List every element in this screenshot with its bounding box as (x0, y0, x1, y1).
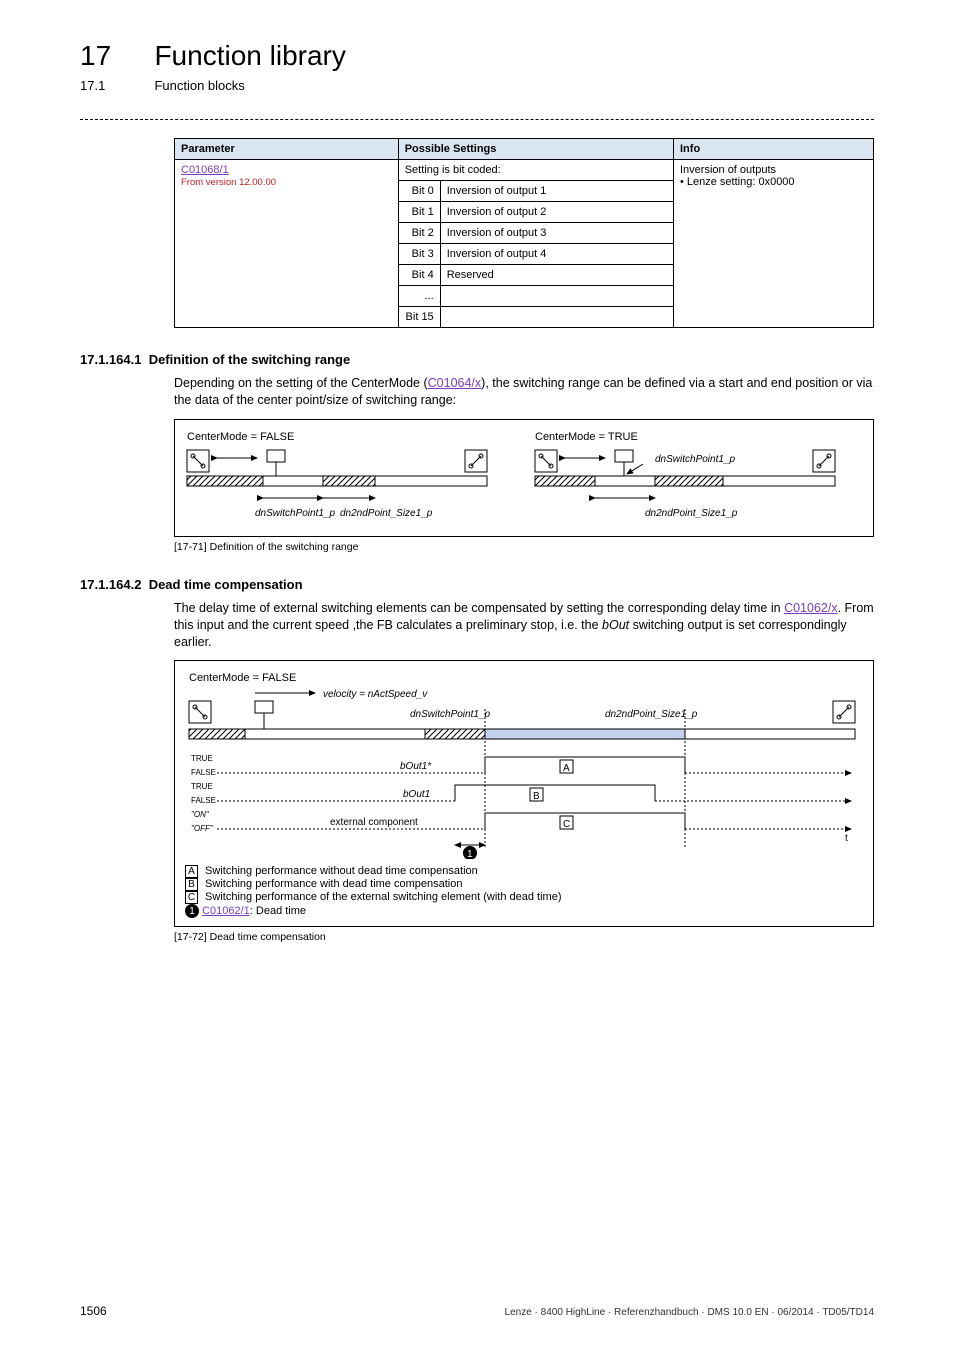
true-1: TRUE (191, 754, 213, 763)
letter-a-icon: A (185, 865, 198, 878)
cm-false-2: CenterMode = FALSE (189, 672, 296, 684)
section-2-heading: 17.1.164.2 Dead time compensation (80, 577, 874, 592)
caption-17-71: [17-71] Definition of the switching rang… (174, 541, 874, 553)
bit-label: Bit 3 (398, 244, 440, 265)
legend-a: A Switching performance without dead tim… (185, 865, 863, 878)
letter-c-icon: C (185, 891, 198, 904)
diagram-switching-range: CenterMode = FALSE dnSwitchPoint1_p dn2n… (174, 419, 874, 537)
section-title: Function blocks (154, 78, 244, 93)
velocity-label: velocity = nActSpeed_v (323, 689, 428, 700)
td-info: Inversion of outputs • Lenze setting: 0x… (674, 160, 874, 328)
section-1-heading: 17.1.164.1 Definition of the switching r… (80, 352, 874, 367)
info-line-2: • Lenze setting: 0x0000 (680, 176, 795, 188)
cm-true-label: CenterMode = TRUE (535, 431, 638, 443)
separator (80, 119, 874, 120)
sec2-num: 17.1.164.2 (80, 577, 141, 592)
chapter-number: 17 (80, 40, 150, 72)
bit-label: Bit 2 (398, 223, 440, 244)
info-line-1: Inversion of outputs (680, 164, 776, 176)
p2-label-2: dn2ndPoint_Size1_p (605, 709, 698, 720)
sp1-label-2: dnSwitchPoint1_p (410, 709, 490, 720)
legend-c-text: Switching performance of the external sw… (202, 891, 562, 903)
th-info: Info (674, 139, 874, 160)
sec1-title: Definition of the switching range (149, 352, 351, 367)
sec1-text-before: Depending on the setting of the CenterMo… (174, 376, 428, 390)
bit-label: Bit 0 (398, 181, 440, 202)
th-settings: Possible Settings (398, 139, 673, 160)
svg-text:B: B (533, 791, 540, 802)
caption-17-72: [17-72] Dead time compensation (174, 931, 874, 943)
legend-b: B Switching performance with dead time c… (185, 878, 863, 891)
sec1-para: Depending on the setting of the CenterMo… (174, 375, 874, 409)
svg-text:1: 1 (467, 849, 473, 859)
diagram-deadtime: CenterMode = FALSE velocity = nActSpeed_… (174, 660, 874, 927)
svg-text:A: A (563, 763, 570, 774)
bit-desc: Inversion of output 1 (440, 181, 673, 202)
deadtime-link[interactable]: C01062/1 (202, 905, 250, 917)
cm-false-label: CenterMode = FALSE (187, 431, 294, 443)
sp1-label-right: dnSwitchPoint1_p (655, 454, 735, 465)
sp1-label-left: dnSwitchPoint1_p (255, 508, 335, 519)
footer-info: Lenze · 8400 HighLine · Referenzhandbuch… (505, 1307, 874, 1318)
bit-desc: Inversion of output 2 (440, 202, 673, 223)
legend-a-text: Switching performance without dead time … (202, 865, 478, 877)
bit-desc: Reserved (440, 265, 673, 286)
chapter-title: Function library (154, 40, 345, 72)
svg-text:C: C (563, 819, 570, 830)
legend-d: 1 C01062/1: Dead time (185, 904, 863, 918)
circle-1-icon: 1 (185, 904, 199, 918)
p2-label-right: dn2ndPoint_Size1_p (645, 508, 738, 519)
page-number: 1506 (80, 1304, 107, 1318)
param-link[interactable]: C01068/1 (181, 164, 229, 176)
letter-b-icon: B (185, 878, 198, 891)
p2-label-left: dn2ndPoint_Size1_p (340, 508, 433, 519)
bit-desc (440, 286, 673, 307)
delay-link[interactable]: C01062/x (784, 601, 838, 615)
sec2-para: The delay time of external switching ele… (174, 600, 874, 651)
bit-label: Bit 4 (398, 265, 440, 286)
legend-c: C Switching performance of the external … (185, 891, 863, 904)
sec1-num: 17.1.164.1 (80, 352, 141, 367)
sec2-title: Dead time compensation (149, 577, 303, 592)
param-version-note: From version 12.00.00 (181, 177, 276, 188)
th-parameter: Parameter (175, 139, 399, 160)
parameter-table: Parameter Possible Settings Info C01068/… (174, 138, 874, 328)
legend-b-text: Switching performance with dead time com… (202, 878, 462, 890)
bit-label: Bit 1 (398, 202, 440, 223)
bout1-label: bOut1 (403, 789, 430, 800)
true-2: TRUE (191, 782, 213, 791)
td-setting-head: Setting is bit coded: (398, 160, 673, 181)
bit-desc (440, 307, 673, 328)
bit-label: Bit 15 (398, 307, 440, 328)
off-label: "OFF" (191, 824, 214, 833)
centermode-link[interactable]: C01064/x (428, 376, 482, 390)
bout1star-label: bOut1* (400, 761, 432, 772)
t-label: t (845, 833, 848, 844)
section-number: 17.1 (80, 78, 150, 93)
bit-label: ... (398, 286, 440, 307)
false-1: FALSE (191, 768, 216, 777)
ext-label: external component (330, 817, 418, 828)
legend-d-text: : Dead time (250, 905, 306, 917)
sec2-text-pre: The delay time of external switching ele… (174, 601, 784, 615)
bit-desc: Inversion of output 3 (440, 223, 673, 244)
bit-desc: Inversion of output 4 (440, 244, 673, 265)
false-2: FALSE (191, 796, 216, 805)
bout-italic: bOut (602, 618, 629, 632)
td-param: C01068/1 From version 12.00.00 (175, 160, 399, 328)
on-label: "ON" (191, 810, 210, 819)
